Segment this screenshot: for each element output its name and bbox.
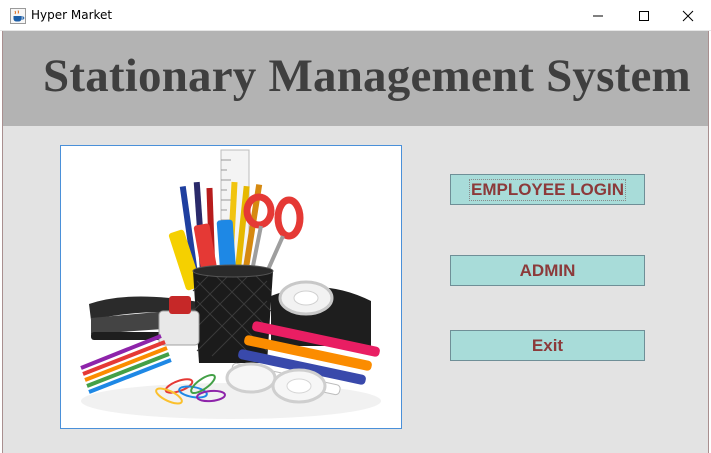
admin-button[interactable]: ADMIN xyxy=(450,255,645,286)
exit-button[interactable]: Exit xyxy=(450,330,645,361)
minimize-button[interactable] xyxy=(575,0,621,31)
employee-login-label: EMPLOYEE LOGIN xyxy=(468,178,627,201)
minimize-icon xyxy=(593,15,603,16)
header-banner: Stationary Management System xyxy=(3,31,708,126)
stationery-image xyxy=(60,145,402,429)
title-bar[interactable]: Hyper Market xyxy=(0,0,711,31)
stationery-illustration xyxy=(61,146,401,428)
java-cup-icon xyxy=(10,8,26,24)
app-title: Stationary Management System xyxy=(43,50,691,102)
employee-login-button[interactable]: EMPLOYEE LOGIN xyxy=(450,174,645,205)
close-icon xyxy=(682,10,694,21)
window-title: Hyper Market xyxy=(31,8,113,22)
admin-label: ADMIN xyxy=(519,260,576,280)
exit-label: Exit xyxy=(531,335,564,355)
main-panel: Stationary Management System EMPLOYEE LO… xyxy=(2,31,709,453)
maximize-icon xyxy=(639,10,649,21)
maximize-button[interactable] xyxy=(621,0,667,31)
close-button[interactable] xyxy=(665,0,711,31)
app-window: Hyper Market Stationary Management Syste… xyxy=(0,0,711,453)
